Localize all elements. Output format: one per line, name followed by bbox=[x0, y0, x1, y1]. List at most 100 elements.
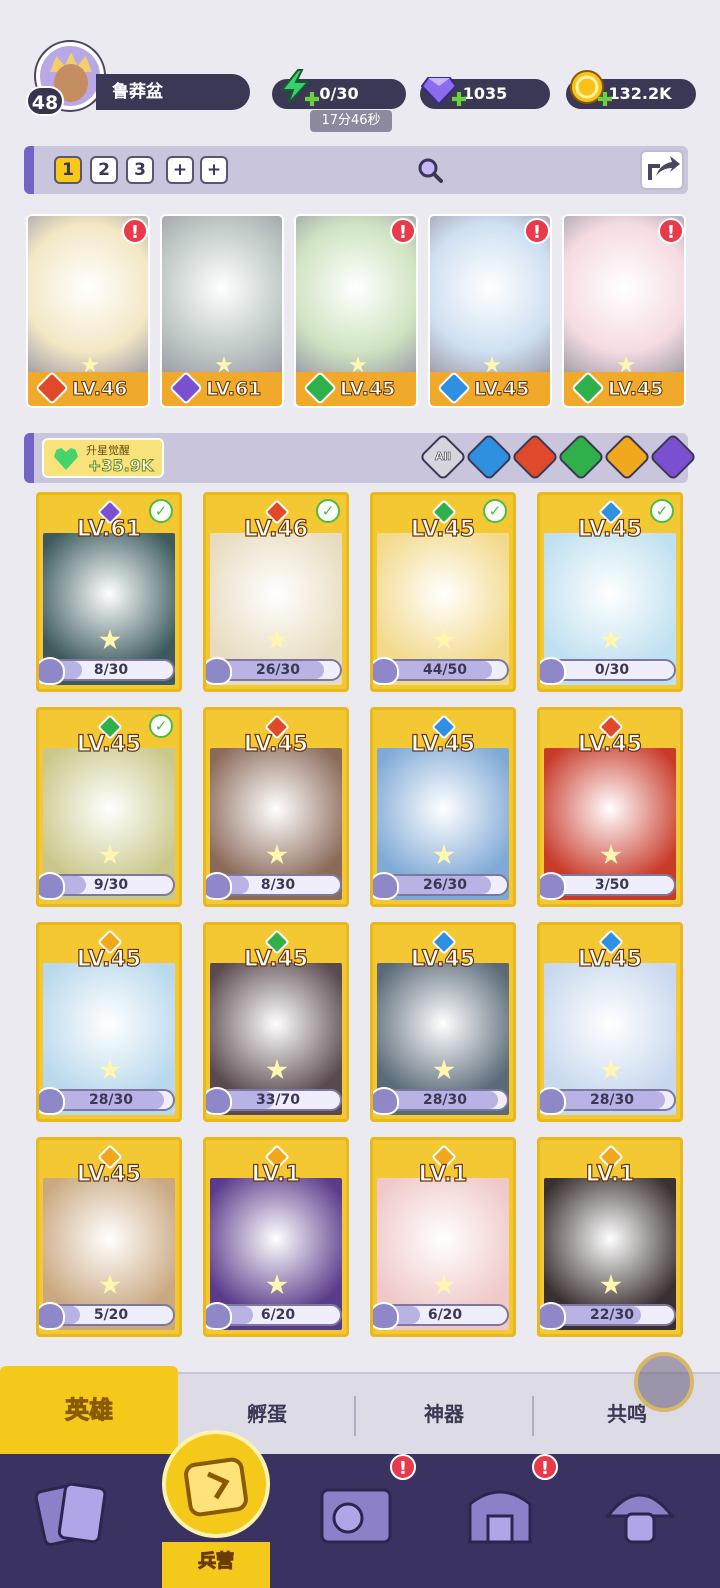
shard-progress-text: 44/50 bbox=[422, 662, 468, 678]
search-icon[interactable] bbox=[416, 156, 444, 184]
hero-level: LV.1 bbox=[585, 1161, 635, 1187]
shard-icon bbox=[373, 872, 399, 900]
bottom-nav: ! ! bbox=[0, 1454, 720, 1588]
check-icon: ✓ bbox=[650, 499, 674, 523]
shard-icon bbox=[540, 1087, 566, 1115]
hero-card[interactable]: LV.45 3/50 bbox=[537, 707, 683, 907]
barracks-icon bbox=[162, 1430, 270, 1538]
shard-progress-bar: 3/50 bbox=[548, 874, 676, 896]
hero-card[interactable]: LV.45 ✓ 44/50 bbox=[370, 492, 516, 692]
nav-shop-button[interactable] bbox=[460, 1474, 540, 1554]
hero-level: LV.45 bbox=[577, 731, 643, 757]
shard-progress-bar: 28/30 bbox=[548, 1089, 676, 1111]
hero-level: LV.45 bbox=[243, 731, 309, 757]
check-icon: ✓ bbox=[149, 499, 173, 523]
hero-card[interactable]: LV.45 8/30 bbox=[203, 707, 349, 907]
tab-artifacts[interactable]: 神器 bbox=[356, 1374, 532, 1454]
shard-progress-text: 28/30 bbox=[422, 1092, 468, 1108]
shard-progress-bar: 5/20 bbox=[47, 1304, 175, 1326]
add-team-button[interactable]: + bbox=[166, 156, 194, 184]
check-icon: ✓ bbox=[149, 714, 173, 738]
alert-badge: ! bbox=[122, 218, 148, 244]
awaken-bonus-button[interactable]: 升星觉醒 +35.9K bbox=[42, 438, 164, 478]
shard-progress-text: 9/30 bbox=[93, 877, 129, 893]
player-level-badge: 48 bbox=[26, 86, 64, 116]
shard-icon bbox=[373, 1087, 399, 1115]
hero-level: LV.1 bbox=[251, 1161, 301, 1187]
shard-progress-text: 8/30 bbox=[93, 662, 129, 678]
hero-level: LV.45 bbox=[243, 946, 309, 972]
shard-progress-bar: 26/30 bbox=[214, 659, 342, 681]
hero-card[interactable]: LV.45 28/30 bbox=[370, 922, 516, 1122]
nav-barracks-button[interactable]: 兵营 bbox=[162, 1430, 270, 1588]
mushroom-icon bbox=[604, 1493, 676, 1544]
shard-progress-text: 0/30 bbox=[594, 662, 630, 678]
hero-level: LV.45 bbox=[410, 946, 476, 972]
share-button[interactable] bbox=[640, 150, 684, 190]
shard-progress-bar: 28/30 bbox=[47, 1089, 175, 1111]
team-tab-1[interactable]: 1 bbox=[54, 156, 82, 184]
share-icon bbox=[648, 156, 680, 180]
team-tab-3[interactable]: 3 bbox=[126, 156, 154, 184]
shop-alert-badge: ! bbox=[532, 1454, 558, 1480]
shard-progress-bar: 26/30 bbox=[381, 874, 509, 896]
hero-card[interactable]: LV.45 ✓ 0/30 bbox=[537, 492, 683, 692]
shard-progress-bar: 6/20 bbox=[381, 1304, 509, 1326]
shard-progress-bar: 28/30 bbox=[381, 1089, 509, 1111]
check-icon: ✓ bbox=[316, 499, 340, 523]
awaken-value: +35.9K bbox=[87, 456, 154, 476]
team-hero-card[interactable]: LV.61 bbox=[160, 214, 284, 408]
hero-card[interactable]: LV.61 ✓ 8/30 bbox=[36, 492, 182, 692]
shard-progress-text: 26/30 bbox=[422, 877, 468, 893]
shard-progress-bar: 22/30 bbox=[548, 1304, 676, 1326]
tab-heroes[interactable]: 英雄 bbox=[0, 1366, 178, 1454]
alert-badge: ! bbox=[524, 218, 550, 244]
shard-progress-text: 6/20 bbox=[260, 1307, 296, 1323]
hero-card[interactable]: LV.45 5/20 bbox=[36, 1137, 182, 1337]
shard-progress-text: 6/20 bbox=[427, 1307, 463, 1323]
nav-guild-button[interactable] bbox=[600, 1474, 680, 1554]
shard-icon bbox=[206, 1302, 232, 1330]
shard-progress-text: 33/70 bbox=[255, 1092, 301, 1108]
shard-progress-text: 5/20 bbox=[93, 1307, 129, 1323]
hero-level: LV.45 bbox=[76, 946, 142, 972]
shard-progress-bar: 33/70 bbox=[214, 1089, 342, 1111]
hero-card[interactable]: LV.45 ✓ 9/30 bbox=[36, 707, 182, 907]
check-icon: ✓ bbox=[483, 499, 507, 523]
hero-card[interactable]: LV.45 28/30 bbox=[36, 922, 182, 1122]
shard-progress-bar: 6/20 bbox=[214, 1304, 342, 1326]
shard-progress-text: 28/30 bbox=[88, 1092, 134, 1108]
shard-icon bbox=[540, 657, 566, 685]
shard-icon bbox=[206, 657, 232, 685]
alert-badge: ! bbox=[658, 218, 684, 244]
filter-all-label: All bbox=[434, 450, 452, 464]
hero-card[interactable]: LV.45 28/30 bbox=[537, 922, 683, 1122]
energy-value: 0/30 bbox=[319, 84, 359, 103]
shard-icon bbox=[373, 1302, 399, 1330]
shard-icon bbox=[206, 1087, 232, 1115]
nav-map-button[interactable] bbox=[316, 1474, 396, 1554]
add-team-button[interactable]: + bbox=[200, 156, 228, 184]
gold-value: 132.2K bbox=[608, 84, 672, 103]
hero-level: LV.45 bbox=[410, 731, 476, 757]
hero-card[interactable]: LV.45 26/30 bbox=[370, 707, 516, 907]
shard-progress-text: 28/30 bbox=[589, 1092, 635, 1108]
energy-timer: 17分46秒 bbox=[310, 110, 392, 132]
hero-card[interactable]: LV.45 33/70 bbox=[203, 922, 349, 1122]
gem-value: 1035 bbox=[462, 84, 508, 103]
hero-level: LV.45 bbox=[76, 1161, 142, 1187]
hero-card[interactable]: LV.1 6/20 bbox=[370, 1137, 516, 1337]
nav-cards-button[interactable] bbox=[32, 1474, 112, 1554]
shard-progress-bar: 0/30 bbox=[548, 659, 676, 681]
team-selector-bar: 1 2 3 + + bbox=[24, 146, 688, 194]
map-book-icon bbox=[320, 1488, 392, 1544]
shard-progress-bar: 44/50 bbox=[381, 659, 509, 681]
hero-card[interactable]: LV.46 ✓ 26/30 bbox=[203, 492, 349, 692]
team-tab-2[interactable]: 2 bbox=[90, 156, 118, 184]
shard-icon bbox=[540, 872, 566, 900]
shard-icon bbox=[373, 657, 399, 685]
hero-card[interactable]: LV.1 6/20 bbox=[203, 1137, 349, 1337]
hero-card[interactable]: LV.1 22/30 bbox=[537, 1137, 683, 1337]
floating-ring-button[interactable] bbox=[634, 1352, 694, 1412]
hero-level: LV.45 bbox=[577, 946, 643, 972]
